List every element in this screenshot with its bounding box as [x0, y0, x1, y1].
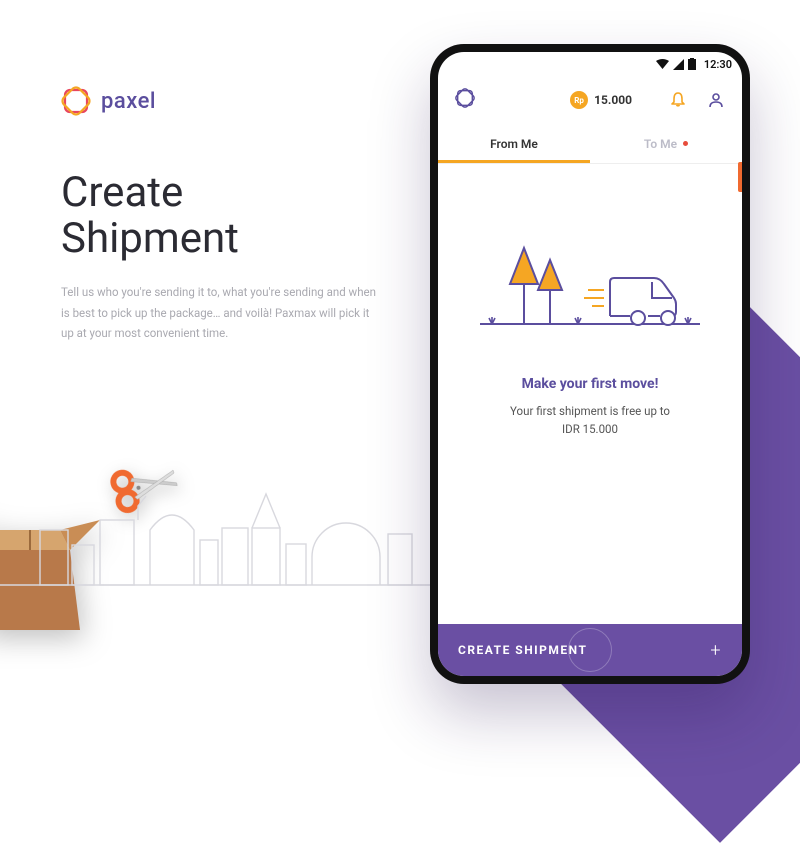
active-tab-underline	[438, 160, 590, 163]
tab-label: From Me	[490, 137, 538, 151]
notifications-icon[interactable]	[668, 90, 688, 110]
cellular-icon	[673, 59, 684, 70]
profile-icon[interactable]	[706, 90, 726, 110]
cta-label: CREATE SHIPMENT	[458, 643, 587, 657]
page-subcopy: Tell us who you're sending it to, what y…	[61, 282, 381, 344]
paxel-logo-icon	[61, 86, 91, 116]
empty-state-title: Make your first move!	[522, 376, 659, 392]
create-shipment-button[interactable]: CREATE SHIPMENT +	[438, 624, 742, 676]
edge-accent	[738, 162, 742, 192]
phone-frame: 12:30 Rp 15.000	[430, 44, 750, 684]
unread-dot-icon	[683, 141, 688, 146]
phone-screen: 12:30 Rp 15.000	[438, 52, 742, 676]
tab-to-me[interactable]: To Me	[590, 124, 742, 163]
status-time: 12:30	[704, 58, 732, 71]
wifi-icon	[656, 59, 669, 70]
shipment-tabs: From Me To Me	[438, 124, 742, 164]
currency-badge: Rp	[570, 91, 588, 109]
brand-name: paxel	[101, 89, 156, 114]
page-headline: Create Shipment	[61, 170, 239, 262]
balance-display[interactable]: Rp 15.000	[570, 91, 632, 109]
app-logo-icon	[454, 87, 476, 113]
empty-state: Make your first move! Your first shipmen…	[438, 164, 742, 624]
brand-lockup: paxel	[61, 86, 156, 116]
delivery-van-illustration	[480, 234, 700, 348]
plus-icon: +	[710, 640, 722, 661]
tab-label: To Me	[644, 137, 677, 151]
empty-state-line2: IDR 15.000	[562, 422, 618, 436]
battery-icon	[688, 58, 696, 70]
empty-state-subtitle: Your first shipment is free up to IDR 15…	[510, 402, 670, 439]
tab-from-me[interactable]: From Me	[438, 124, 590, 163]
app-header: Rp 15.000	[438, 76, 742, 124]
empty-state-line1: Your first shipment is free up to	[510, 404, 670, 418]
cardboard-box-prop	[0, 480, 110, 634]
android-status-bar: 12:30	[438, 52, 742, 76]
balance-amount: 15.000	[594, 93, 632, 107]
scissors-prop	[104, 450, 186, 520]
